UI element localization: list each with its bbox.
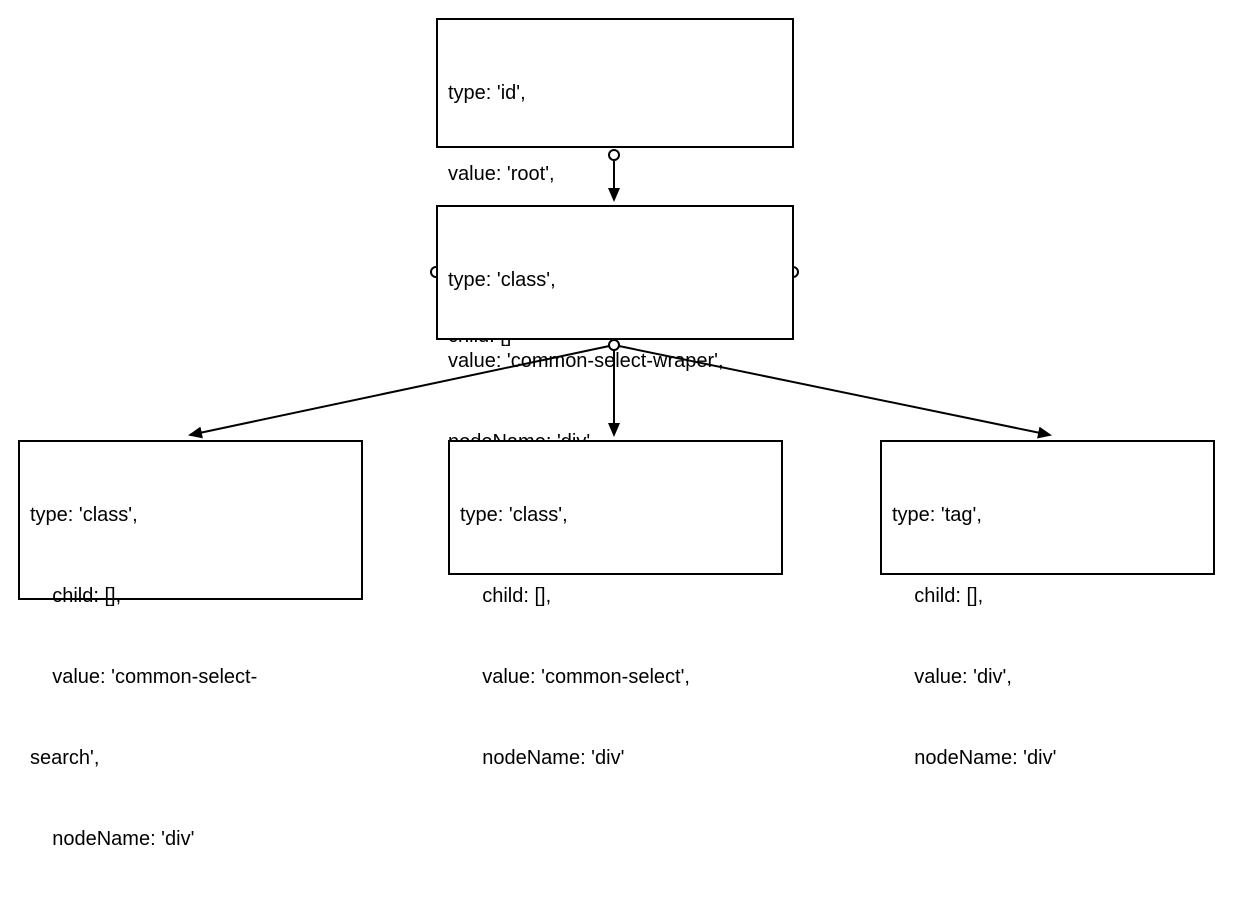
- node-search-line1: type: 'class',: [30, 502, 351, 529]
- node-root-line1: type: 'id',: [448, 80, 782, 107]
- node-search-line4: nodeName: 'div': [30, 826, 351, 853]
- node-wrapper-line2: value: 'common-select-wraper',: [448, 348, 782, 375]
- node-tag-line3: value: 'div',: [892, 664, 1203, 691]
- diagram-canvas: type: 'id', value: 'root', nodeName: 'di…: [0, 0, 1240, 612]
- node-tag-line2: child: [],: [892, 583, 1203, 610]
- node-tag: type: 'tag', child: [], value: 'div', no…: [880, 440, 1215, 575]
- node-select-line3: value: 'common-select',: [460, 664, 771, 691]
- node-search: type: 'class', child: [], value: 'common…: [18, 440, 363, 600]
- node-search-line2: child: [],: [30, 583, 351, 610]
- node-select-line1: type: 'class',: [460, 502, 771, 529]
- node-tag-line4: nodeName: 'div': [892, 745, 1203, 772]
- node-root-line2: value: 'root',: [448, 161, 782, 188]
- node-search-line3b: search',: [30, 745, 351, 772]
- node-wrapper-line1: type: 'class',: [448, 267, 782, 294]
- node-select-line2: child: [],: [460, 583, 771, 610]
- node-select: type: 'class', child: [], value: 'common…: [448, 440, 783, 575]
- node-wrapper: type: 'class', value: 'common-select-wra…: [436, 205, 794, 340]
- node-tag-line1: type: 'tag',: [892, 502, 1203, 529]
- node-search-line3: value: 'common-select-: [30, 664, 351, 691]
- node-select-line4: nodeName: 'div': [460, 745, 771, 772]
- node-root: type: 'id', value: 'root', nodeName: 'di…: [436, 18, 794, 148]
